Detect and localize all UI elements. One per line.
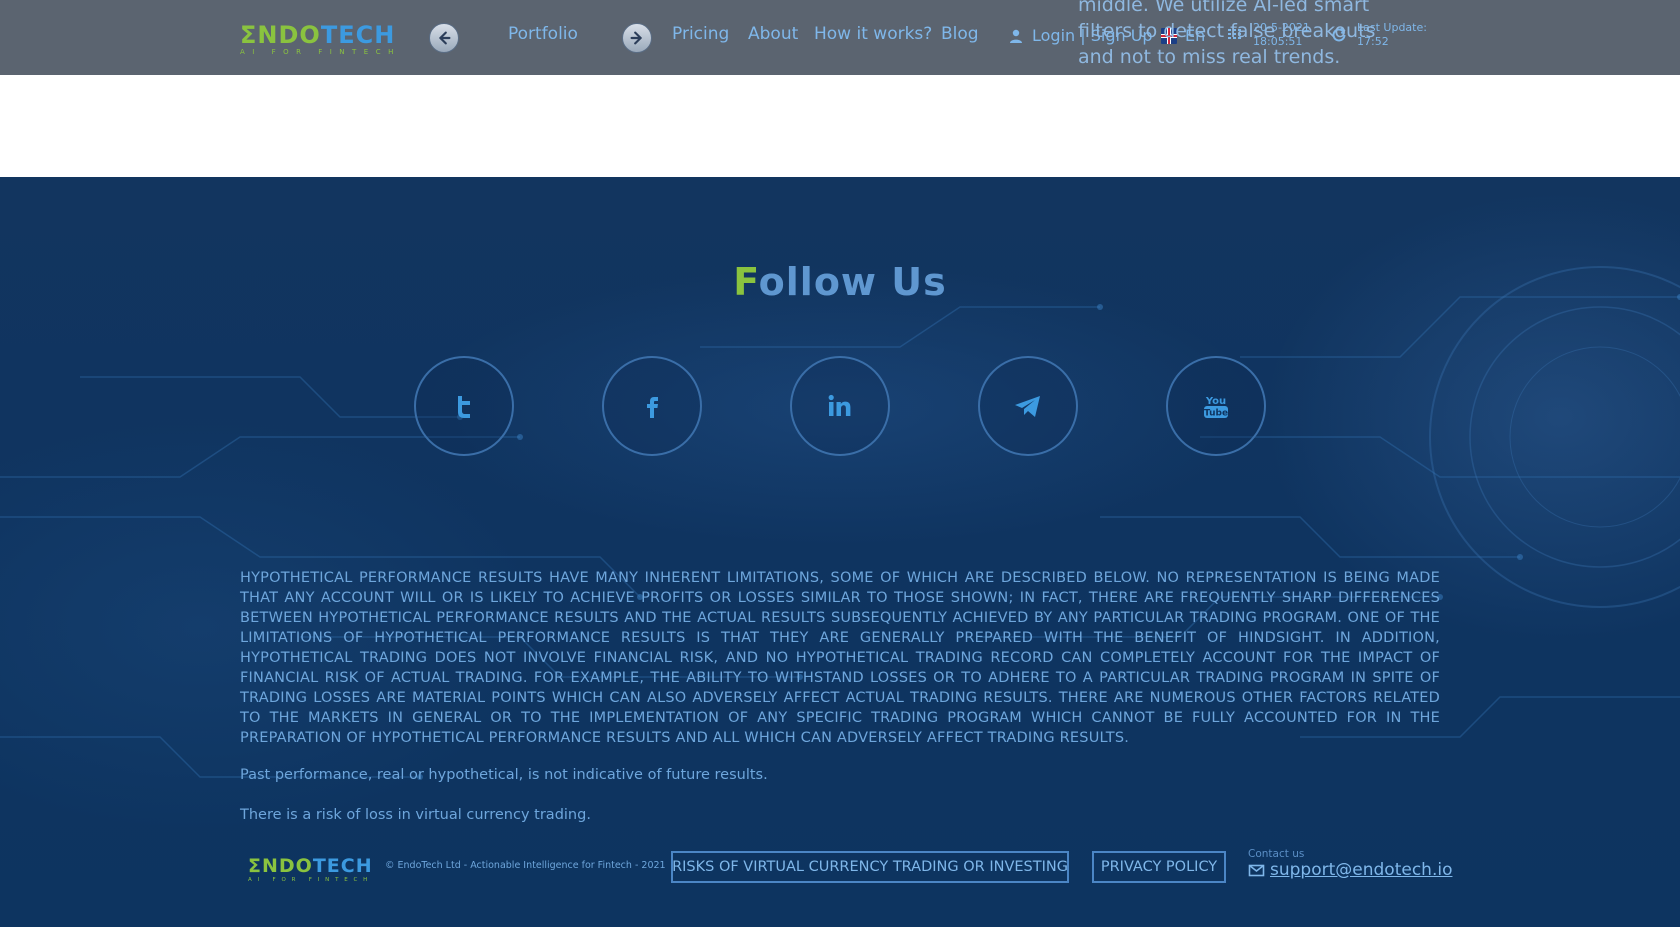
facebook-icon [647,397,658,418]
linkedin-icon [828,394,851,416]
mail-icon [1248,864,1265,876]
logo-tagline: AI FOR FINTECH [240,48,401,56]
risks-disclosure-button[interactable]: RISKS OF VIRTUAL CURRENCY TRADING OR INV… [671,851,1069,883]
footer: Follow Us You Tube HYPOTHETICAL PERFORMA… [0,177,1680,927]
twitter-icon [458,396,470,418]
privacy-policy-button[interactable]: PRIVACY POLICY [1092,851,1226,883]
support-email-link[interactable]: support@endotech.io [1270,860,1452,880]
overlapping-page-text: middle. We utilize AI-led smart filters … [1078,0,1376,68]
user-icon [1010,29,1022,43]
arrow-right-icon [630,31,642,45]
nav-forward-button[interactable] [622,23,652,53]
top-nav-bar: ΣNDOTECH AI FOR FINTECH Portfolio Pricin… [0,0,1680,75]
nav-about[interactable]: About [748,24,798,44]
telegram-link[interactable] [978,356,1078,456]
footer-logo-word-blue: TECH [312,855,373,877]
content-area [0,75,1680,177]
nav-portfolio[interactable]: Portfolio [508,24,578,44]
follow-us-heading: Follow Us [0,260,1680,304]
footer-logo-sigma: Σ [248,855,262,877]
nav-pricing[interactable]: Pricing [672,24,729,44]
contact-us-label: Contact us [1248,848,1305,860]
contact-email[interactable]: support@endotech.io [1248,860,1452,880]
past-performance-note: Past performance, real or hypothetical, … [240,767,768,783]
facebook-link[interactable] [602,356,702,456]
footer-logo-tagline: AI FOR FINTECH [248,877,374,883]
telegram-icon [1015,396,1040,417]
follow-us-rest: ollow Us [758,260,947,304]
logo-word-blue: TECH [320,21,396,49]
linkedin-link[interactable] [790,356,890,456]
twitter-link[interactable] [414,356,514,456]
nav-back-button[interactable] [429,23,459,53]
arrow-left-icon [439,31,451,45]
footer-endotech-logo[interactable]: ΣNDOTECH AI FOR FINTECH [248,857,373,884]
nav-blog[interactable]: Blog [941,24,979,44]
footer-logo-word-green: NDO [261,855,313,877]
youtube-icon: You Tube [1204,396,1228,419]
hypothetical-performance-disclaimer: HYPOTHETICAL PERFORMANCE RESULTS HAVE MA… [240,570,1440,746]
svg-text:Tube: Tube [1204,409,1228,419]
follow-us-first-letter: F [733,260,759,304]
youtube-link[interactable]: You Tube [1166,356,1266,456]
risk-of-loss-note: There is a risk of loss in virtual curre… [240,807,591,823]
nav-how-it-works[interactable]: How it works? [814,24,932,44]
svg-text:You: You [1205,396,1226,407]
logo-word-green: NDO [257,21,321,49]
logo-sigma: Σ [240,21,258,49]
endotech-logo[interactable]: ΣNDOTECH AI FOR FINTECH [240,23,401,56]
copyright-text: © EndoTech Ltd - Actionable Intelligence… [385,860,666,871]
